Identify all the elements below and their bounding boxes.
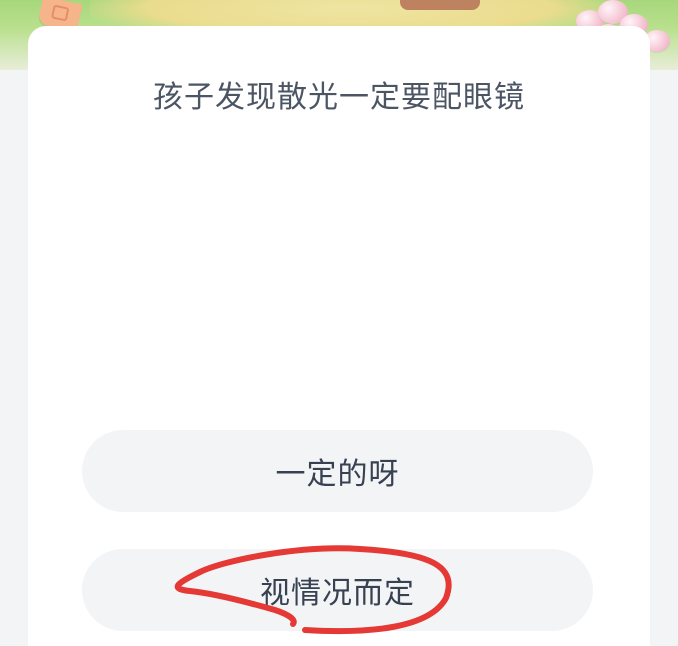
option-button-1[interactable]: 一定的呀: [82, 430, 593, 512]
option-2-label: 视情况而定: [260, 576, 415, 611]
question-text: 孩子发现散光一定要配眼镜: [153, 80, 525, 115]
option-button-2[interactable]: 视情况而定: [82, 549, 593, 631]
option-1-label: 一定的呀: [275, 457, 400, 492]
tree-trunk-icon: [400, 0, 480, 10]
quiz-page: 孩子发现散光一定要配眼镜 一定的呀 视情况而定: [0, 0, 678, 646]
